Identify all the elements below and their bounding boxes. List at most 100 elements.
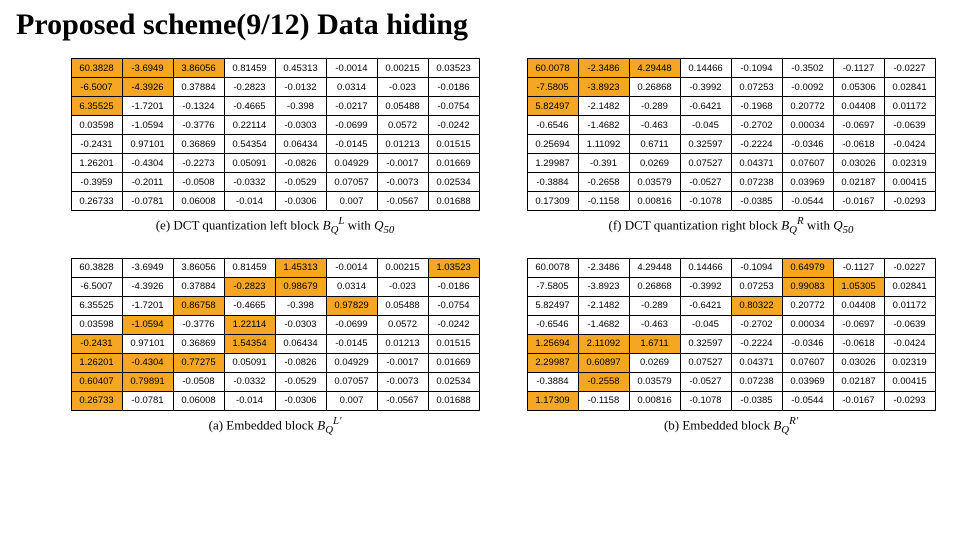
table-cell: -7.5805	[527, 277, 578, 296]
table-cell: 0.00034	[782, 315, 833, 334]
table-cell: -0.2658	[578, 173, 629, 192]
table-cell: -0.0567	[377, 391, 428, 410]
table-cell: -0.0186	[428, 277, 479, 296]
table-cell: 4.29448	[629, 258, 680, 277]
table-cell: -0.4304	[122, 353, 173, 372]
table-cell: 0.03026	[833, 353, 884, 372]
table-cell: -0.1158	[578, 192, 629, 211]
table-cell: 0.07238	[731, 372, 782, 391]
table-cell: 0.02534	[428, 372, 479, 391]
table-cell: 0.04371	[731, 154, 782, 173]
table-cell: 0.03598	[71, 315, 122, 334]
table-cell: -0.023	[377, 78, 428, 97]
table-cell: -6.5007	[71, 78, 122, 97]
table-cell: 0.07527	[680, 353, 731, 372]
table-cell: -0.2558	[578, 372, 629, 391]
table-cell: -1.7201	[122, 296, 173, 315]
table-cell: -0.0508	[173, 173, 224, 192]
table-cell: -0.6421	[680, 296, 731, 315]
table-cell: 0.02319	[884, 154, 935, 173]
table-cell: -0.0132	[275, 78, 326, 97]
table-cell: -0.4665	[224, 97, 275, 116]
table-cell: 0.03579	[629, 173, 680, 192]
table-e: 60.3828-3.69493.860560.814590.45313-0.00…	[71, 58, 480, 211]
table-cell: -0.0544	[782, 192, 833, 211]
table-cell: 0.80322	[731, 296, 782, 315]
table-cell: 0.05091	[224, 154, 275, 173]
table-cell: 0.04929	[326, 353, 377, 372]
table-cell: 0.54354	[224, 135, 275, 154]
table-cell: 1.03523	[428, 258, 479, 277]
table-cell: 0.26868	[629, 78, 680, 97]
table-cell: -0.2224	[731, 135, 782, 154]
table-cell: 0.06008	[173, 192, 224, 211]
table-cell: -0.289	[629, 97, 680, 116]
table-cell: -0.1968	[731, 97, 782, 116]
table-cell: -0.0306	[275, 192, 326, 211]
table-cell: -0.3884	[527, 372, 578, 391]
table-cell: 0.97101	[122, 334, 173, 353]
table-cell: -3.6949	[122, 59, 173, 78]
table-cell: 60.0078	[527, 59, 578, 78]
table-cell: 0.77275	[173, 353, 224, 372]
table-cell: -0.0699	[326, 116, 377, 135]
table-cell: -0.0544	[782, 391, 833, 410]
table-cell: -0.0145	[326, 334, 377, 353]
table-cell: 0.97829	[326, 296, 377, 315]
table-cell: 4.29448	[629, 59, 680, 78]
table-cell: -0.463	[629, 116, 680, 135]
table-cell: 6.35525	[71, 296, 122, 315]
table-cell: -0.0242	[428, 315, 479, 334]
table-cell: 0.01213	[377, 135, 428, 154]
table-cell: -1.7201	[122, 97, 173, 116]
table-cell: -0.0754	[428, 97, 479, 116]
table-cell: 5.82497	[527, 296, 578, 315]
table-cell: -0.0017	[377, 154, 428, 173]
table-cell: 0.02319	[884, 353, 935, 372]
table-cell: -0.1078	[680, 391, 731, 410]
table-cell: 1.17309	[527, 391, 578, 410]
caption-b: (b) Embedded block BQR'	[664, 415, 798, 436]
table-cell: -6.5007	[71, 277, 122, 296]
table-cell: -0.0017	[377, 353, 428, 372]
table-cell: -0.0527	[680, 173, 731, 192]
table-cell: -0.0385	[731, 391, 782, 410]
table-cell: -0.2431	[71, 334, 122, 353]
table-cell: -0.6546	[527, 315, 578, 334]
table-cell: 0.25694	[527, 135, 578, 154]
table-cell: -0.3959	[71, 173, 122, 192]
table-cell: 0.03598	[71, 116, 122, 135]
table-cell: -3.6949	[122, 258, 173, 277]
table-cell: 0.0314	[326, 78, 377, 97]
table-cell: -0.1094	[731, 59, 782, 78]
table-cell: -0.289	[629, 296, 680, 315]
table-cell: -0.0014	[326, 258, 377, 277]
table-cell: -0.0073	[377, 372, 428, 391]
table-cell: 0.03026	[833, 154, 884, 173]
caption-e: (e) DCT quantization left block BQL with…	[156, 215, 395, 236]
table-cell: -0.4665	[224, 296, 275, 315]
table-cell: 60.3828	[71, 59, 122, 78]
table-cell: 1.25694	[527, 334, 578, 353]
table-cell: -1.0594	[122, 116, 173, 135]
table-cell: -0.3992	[680, 277, 731, 296]
table-cell: 0.0314	[326, 277, 377, 296]
table-cell: -3.8923	[578, 78, 629, 97]
table-cell: -0.6546	[527, 116, 578, 135]
table-cell: 0.01515	[428, 135, 479, 154]
table-cell: 0.79891	[122, 372, 173, 391]
table-cell: -0.0167	[833, 391, 884, 410]
panel-b: 60.0078-2.34864.294480.14466-0.10940.649…	[518, 258, 944, 436]
table-cell: 0.05306	[833, 78, 884, 97]
table-cell: 0.81459	[224, 59, 275, 78]
table-cell: 1.05305	[833, 277, 884, 296]
table-cell: 0.00415	[884, 173, 935, 192]
table-cell: 2.11092	[578, 334, 629, 353]
table-cell: -2.1482	[578, 296, 629, 315]
table-cell: 0.02534	[428, 173, 479, 192]
table-cell: 0.26733	[71, 391, 122, 410]
table-cell: 0.81459	[224, 258, 275, 277]
table-cell: -0.0826	[275, 154, 326, 173]
table-cell: -0.0699	[326, 315, 377, 334]
table-cell: -0.0227	[884, 258, 935, 277]
